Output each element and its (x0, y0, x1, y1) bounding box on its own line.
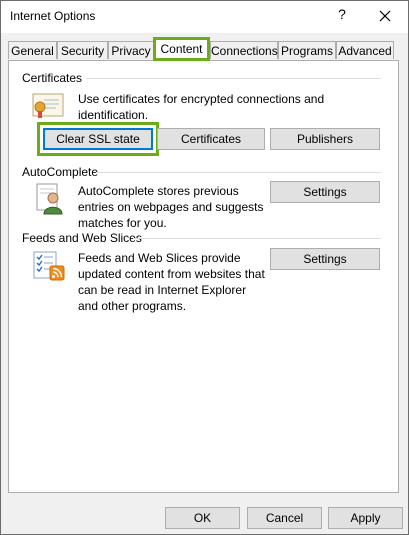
certificates-button[interactable]: Certificates (157, 128, 265, 150)
certificate-icon (32, 93, 66, 122)
certificates-description: Use certificates for encrypted connectio… (78, 92, 325, 122)
autocomplete-icon (35, 183, 65, 218)
certificates-divider (86, 78, 381, 79)
close-button[interactable] (373, 4, 397, 28)
autocomplete-settings-button[interactable]: Settings (270, 181, 380, 203)
clear-ssl-state-button[interactable]: Clear SSL state (43, 128, 153, 150)
window-title: Internet Options (10, 9, 96, 23)
tab-advanced[interactable]: Advanced (336, 41, 394, 59)
help-button[interactable]: ? (333, 6, 351, 26)
tab-connections[interactable]: Connections (210, 41, 278, 59)
autocomplete-divider (96, 172, 381, 173)
ok-button[interactable]: OK (165, 507, 240, 529)
apply-button[interactable]: Apply (328, 507, 403, 529)
feeds-description: Feeds and Web Slices provide updated con… (78, 251, 265, 313)
feeds-divider (133, 238, 381, 239)
tab-security[interactable]: Security (57, 41, 108, 59)
cancel-button[interactable]: Cancel (247, 507, 322, 529)
feeds-icon (33, 251, 67, 284)
internet-options-dialog: Internet Options ? General Security Priv… (0, 0, 409, 535)
close-icon (379, 10, 391, 22)
feeds-settings-button[interactable]: Settings (270, 248, 380, 270)
publishers-button[interactable]: Publishers (270, 128, 380, 150)
tab-general[interactable]: General (8, 41, 57, 59)
title-bar: Internet Options ? (1, 1, 408, 33)
tab-privacy[interactable]: Privacy (108, 41, 154, 59)
tab-programs[interactable]: Programs (278, 41, 336, 59)
autocomplete-heading: AutoComplete (22, 165, 99, 179)
feeds-heading: Feeds and Web Slices (22, 231, 142, 245)
tab-content[interactable]: Content (153, 37, 210, 61)
autocomplete-description: AutoComplete stores previous entries on … (78, 184, 264, 230)
certificates-heading: Certificates (22, 71, 83, 85)
